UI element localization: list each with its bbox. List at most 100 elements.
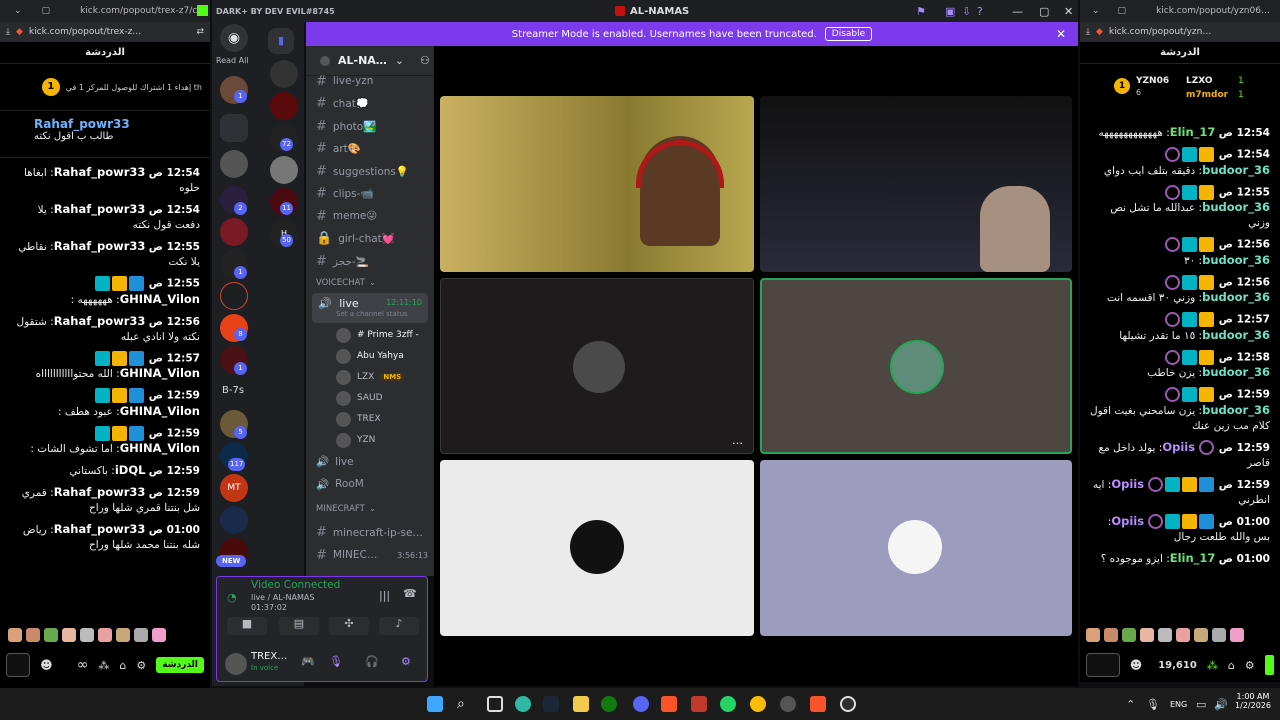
emote-icon[interactable] [1176, 628, 1190, 642]
message-username[interactable]: budoor_36 [1202, 365, 1270, 379]
emote-icon[interactable] [134, 628, 148, 642]
mic-icon[interactable]: 🎙 [329, 655, 343, 668]
inbox-flag-icon[interactable]: ⚑ [916, 5, 926, 18]
server-icon[interactable] [270, 92, 298, 120]
message-username[interactable]: Opiis [1111, 477, 1144, 491]
message-username[interactable]: Rahaf_powr33 [54, 522, 146, 536]
download-app-icon[interactable]: ⇩ [962, 5, 971, 18]
search-icon[interactable]: ⌕ [457, 696, 473, 712]
emote-icon[interactable] [1212, 628, 1226, 642]
gamepad-icon[interactable]: 🎮 [301, 655, 315, 668]
video-tile-user-4[interactable] [760, 460, 1072, 636]
emote-icon[interactable] [80, 628, 94, 642]
emote-icon[interactable] [8, 628, 22, 642]
folder-icon[interactable]: ▮ [268, 28, 294, 54]
discord-icon[interactable] [633, 696, 649, 712]
send-chat-button[interactable] [1264, 655, 1274, 675]
emote-icon[interactable] [98, 628, 112, 642]
emote-icon[interactable] [116, 628, 130, 642]
minecraft-category[interactable]: MINECRAFT ⌄ [306, 496, 434, 522]
send-chat-button[interactable]: الدردشة [156, 657, 204, 673]
app-icon[interactable] [780, 696, 796, 712]
message-username[interactable]: GHINA_Vilon [120, 441, 200, 455]
text-channel[interactable]: # suggestions💡 [306, 160, 434, 183]
user-settings-icon[interactable]: ⚙ [401, 655, 411, 668]
message-username[interactable]: budoor_36 [1202, 290, 1270, 304]
points-icon[interactable]: ⁂ [98, 659, 109, 672]
folder-icon[interactable] [220, 114, 248, 142]
voice-channel[interactable]: 🔊 live [306, 451, 434, 474]
right-address-bar[interactable]: ⤓ ◆ kick.com/popout/yzn… [1080, 22, 1280, 42]
text-channel[interactable]: # حجز-🚬 [306, 250, 434, 273]
points-icon[interactable]: ⁂ [1207, 659, 1218, 672]
new-pill[interactable]: NEW [216, 555, 247, 567]
window-menu-icon[interactable]: ⌄ [14, 6, 22, 16]
voice-channel[interactable]: 🔊 RooM [306, 473, 434, 496]
message-username[interactable]: Rahaf_powr33 [54, 314, 146, 328]
disable-button[interactable]: Disable [824, 27, 873, 41]
text-channel[interactable]: # chat💭 [306, 93, 434, 116]
start-icon[interactable] [427, 696, 443, 712]
window-restore-icon[interactable]: ▢ [42, 6, 51, 16]
server-icon[interactable] [220, 150, 248, 178]
network-icon[interactable]: ▭ [1196, 698, 1206, 711]
channel-status-placeholder[interactable]: Set a channel status [336, 310, 422, 318]
brave-shield-icon[interactable]: ◆ [1096, 27, 1103, 37]
download-icon[interactable]: ⤓ [6, 27, 10, 37]
text-channel[interactable]: # live-yzn [306, 70, 434, 93]
emote-icon[interactable] [1158, 628, 1172, 642]
message-username[interactable]: Rahaf_powr33 [54, 165, 146, 179]
camera-button[interactable]: ■ [227, 617, 267, 635]
message-username[interactable]: Rahaf_powr33 [54, 239, 146, 253]
server-icon[interactable] [270, 156, 298, 184]
disconnect-icon[interactable]: ☎ [403, 587, 417, 600]
add-member-icon[interactable]: ⚇ [420, 54, 430, 67]
soundboard-button[interactable]: ♪ [379, 617, 419, 635]
user-avatar[interactable] [1086, 653, 1120, 677]
emote-icon[interactable] [1230, 628, 1244, 642]
close-icon[interactable]: ✕ [1064, 5, 1073, 18]
video-tile-user-3[interactable] [440, 460, 754, 636]
file-explorer-icon[interactable] [573, 696, 589, 712]
maximize-icon[interactable]: ▢ [1039, 5, 1049, 18]
text-channel[interactable]: # meme😜 [306, 205, 434, 228]
brave-icon[interactable] [661, 696, 677, 712]
close-banner-icon[interactable]: ✕ [1056, 27, 1066, 41]
share-icon[interactable]: ⇄ [196, 27, 210, 37]
message-username[interactable]: GHINA_Vilon [120, 404, 200, 418]
emote-icon[interactable] [62, 628, 76, 642]
more-options-icon[interactable]: … [732, 434, 743, 447]
pinned-user[interactable]: Rahaf_powr33 [12, 117, 198, 131]
download-icon[interactable]: ⤓ [1086, 27, 1090, 37]
activities-button[interactable]: ✣ [329, 617, 369, 635]
message-username[interactable]: GHINA_Vilon [120, 292, 200, 306]
window-menu-icon[interactable]: ⌄ [1092, 6, 1100, 16]
emote-icon[interactable] [1104, 628, 1118, 642]
text-channel[interactable]: # art🎨 [306, 138, 434, 161]
voice-user[interactable]: Abu Yahya [306, 346, 434, 367]
emoji-icon[interactable]: ☻ [40, 658, 53, 672]
emote-icon[interactable] [1086, 628, 1100, 642]
emote-icon[interactable] [1140, 628, 1154, 642]
brave-icon[interactable] [810, 696, 826, 712]
emote-icon[interactable] [1122, 628, 1136, 642]
emote-icon[interactable] [26, 628, 40, 642]
message-username[interactable]: budoor_36 [1202, 328, 1270, 342]
discord-home-icon[interactable]: ◉ [220, 24, 248, 52]
message-username[interactable]: budoor_36 [1202, 163, 1270, 177]
message-username[interactable]: Rahaf_powr33 [54, 202, 146, 216]
message-username[interactable]: Elin_17 [1170, 125, 1216, 139]
clock[interactable]: 1:00 AM 1/2/2026 [1232, 692, 1274, 710]
voice-user[interactable]: YZN [306, 430, 434, 451]
chevron-down-icon[interactable]: ⌄ [395, 54, 404, 67]
message-username[interactable]: Elin_17 [1170, 551, 1216, 565]
video-tile-user-2[interactable] [760, 278, 1072, 454]
right-url[interactable]: kick.com/popout/yzn… [1109, 27, 1280, 37]
video-tile-user-1[interactable]: … [440, 278, 754, 454]
store-icon[interactable]: ⌂ [119, 659, 126, 672]
voice-user[interactable]: TREX [306, 409, 434, 430]
message-username[interactable]: budoor_36 [1202, 403, 1270, 417]
whatsapp-icon[interactable] [720, 696, 736, 712]
message-username[interactable]: Rahaf_powr33 [54, 485, 146, 499]
message-username[interactable]: GHINA_Vilon [120, 366, 200, 380]
